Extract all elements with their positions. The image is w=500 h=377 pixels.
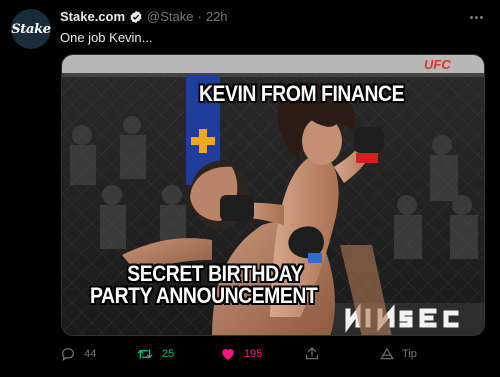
tip-icon [380,348,394,360]
like-button[interactable]: 195 [220,344,262,364]
tweet-media-image[interactable]: UFC KEVIN FROM FINANCE SECRET BIRTHDAY P… [61,54,485,336]
reply-button[interactable]: 44 [60,344,96,364]
like-count: 195 [244,348,263,360]
tweet-actions: 44 25 195 Tip [60,344,440,364]
meme-caption-bottom: SECRET BIRTHDAY PARTY ANNOUNCEMENT [90,261,318,308]
tweet-header: Stake.com @Stake · 22h [60,9,228,24]
avatar-logo-text: Stake [11,21,51,37]
share-button[interactable] [304,344,320,364]
separator-dot: · [197,9,202,24]
share-icon [306,347,318,360]
author-handle[interactable]: @Stake [147,9,193,24]
retweet-icon [137,349,153,359]
reply-count: 44 [84,348,97,360]
meme-caption-top: KEVIN FROM FINANCE [199,81,405,106]
author-name[interactable]: Stake.com [60,9,125,24]
tweet-text: One job Kevin... [60,30,153,45]
timestamp[interactable]: 22h [206,9,228,24]
tweet[interactable]: Stake Stake.com @Stake · 22h One job Kev… [0,0,500,377]
more-options-icon[interactable] [466,10,486,24]
retweet-button[interactable]: 25 [136,344,174,364]
meme-caption-bottom-line1: SECRET BIRTHDAY [127,261,303,286]
reply-icon [62,348,74,362]
heart-icon [222,349,234,360]
tip-button[interactable]: Tip [380,344,417,364]
ufc-banner-text: UFC [424,57,451,72]
meme-caption-bottom-line2: PARTY ANNOUNCEMENT [90,283,318,308]
retweet-count: 25 [162,348,175,360]
avatar[interactable]: Stake [11,9,51,49]
tip-label: Tip [402,348,417,360]
verified-badge-icon [129,10,143,24]
